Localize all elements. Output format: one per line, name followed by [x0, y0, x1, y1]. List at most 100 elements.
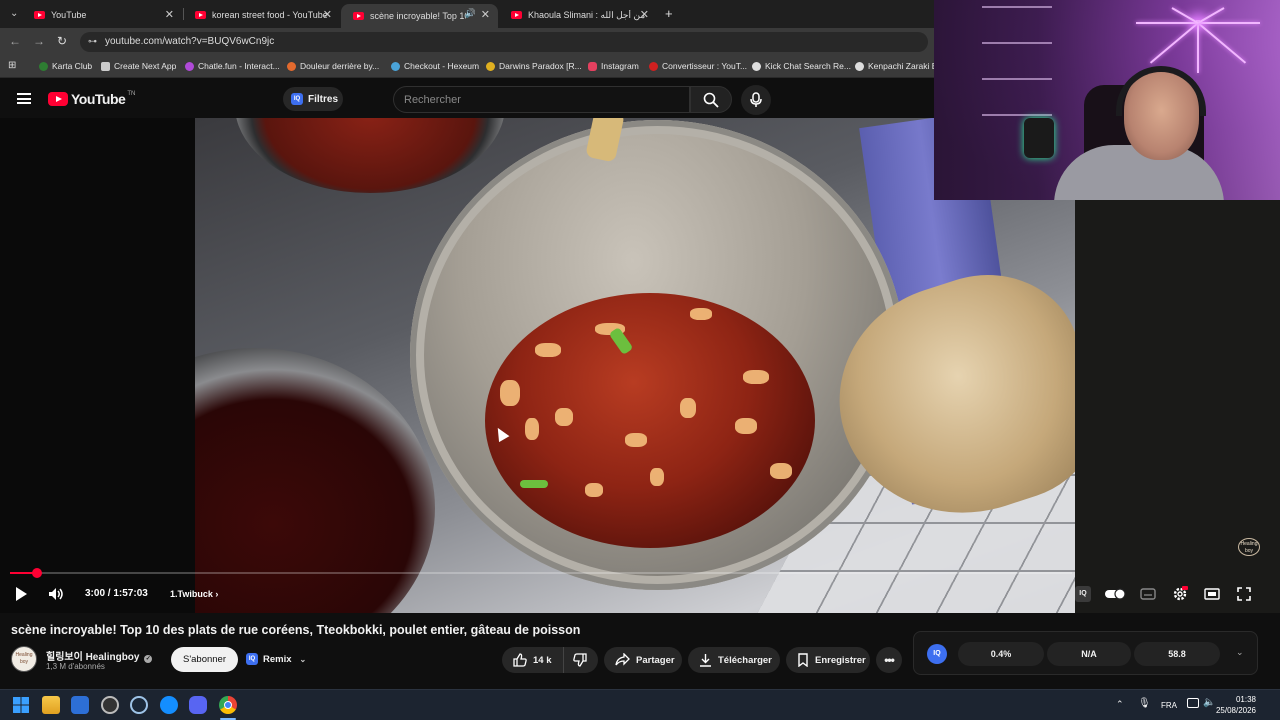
youtube-header: YouTube TN IQ Filtres — [0, 79, 934, 119]
play-button[interactable] — [16, 587, 27, 601]
voice-search-button[interactable] — [741, 85, 771, 115]
instagram-icon — [588, 61, 597, 71]
bookmark-douleur[interactable]: Douleur derrière by... — [287, 61, 379, 71]
webcam-shelf — [982, 6, 1052, 116]
bookmark-kick-chat[interactable]: Kick Chat Search Re... — [752, 61, 851, 71]
reload-icon[interactable]: ↻ — [57, 34, 67, 48]
youtube-logo-region: TN — [127, 91, 136, 97]
bookmark-karta-club[interactable]: Karta Club — [39, 61, 92, 71]
close-tab-icon[interactable]: ✕ — [481, 8, 490, 21]
bookmark-label: Kick Chat Search Re... — [765, 61, 851, 71]
bookmark-label: Create Next App — [114, 61, 177, 71]
youtube-favicon-icon — [511, 11, 522, 19]
fullscreen-icon[interactable] — [1236, 586, 1252, 602]
bookmark-label: Chatle.fun - Interact... — [198, 61, 280, 71]
close-tab-icon[interactable]: ✕ — [323, 8, 332, 21]
channel-watermark[interactable]: Healing boy — [1238, 538, 1260, 556]
iq-stat-score: 58.8 — [1134, 642, 1220, 666]
tab-korean-street-food[interactable]: korean street food - YouTube ✕ — [183, 4, 340, 26]
youtube-logo-text: YouTube — [71, 91, 126, 107]
bookmark-kenpachi[interactable]: Kenpachi Zaraki Bl — [855, 61, 939, 71]
iq-player-icon[interactable]: IQ — [1075, 586, 1091, 602]
volume-tray-icon[interactable]: 🔈 — [1203, 697, 1215, 708]
chevron-down-icon[interactable]: ⌄ — [1236, 647, 1244, 658]
tab-khaoula-slimani[interactable]: Khaoula Slimani : يه من أجل الله ✕ — [499, 4, 657, 26]
back-arrow-icon[interactable]: ← — [9, 34, 21, 48]
youtube-favicon-icon — [195, 11, 206, 19]
thumbs-down-icon[interactable] — [573, 653, 587, 667]
bookmark-hexeum[interactable]: Checkout - Hexeum — [391, 61, 479, 71]
channel-name[interactable]: 힐링보이 Healingboy ✓ — [46, 648, 153, 663]
tab-title: YouTube — [51, 10, 87, 20]
download-button[interactable]: Télécharger — [688, 647, 780, 673]
file-explorer-icon[interactable] — [42, 696, 60, 714]
search-box — [393, 86, 690, 113]
video-food-piece — [770, 463, 792, 479]
new-tab-button[interactable]: + — [665, 6, 673, 21]
bookmarks-bar: ⊞ Karta Club Create Next App Chatle.fun … — [0, 56, 939, 78]
close-tab-icon[interactable]: ✕ — [640, 8, 649, 21]
subscribe-button[interactable]: S'abonner — [171, 647, 238, 672]
settings-gear-icon[interactable] — [1172, 586, 1188, 602]
apps-grid-icon[interactable]: ⊞ — [8, 60, 16, 71]
bookmark-instagram[interactable]: Instagram — [588, 61, 639, 71]
progress-scrubber[interactable] — [32, 568, 42, 578]
share-button[interactable]: Partager — [604, 647, 682, 673]
steam-icon[interactable] — [130, 696, 148, 714]
audio-playing-icon[interactable]: 🔊 — [465, 8, 476, 19]
language-indicator[interactable]: FRA — [1161, 701, 1177, 710]
autoplay-toggle-icon[interactable] — [1104, 586, 1126, 602]
bookmark-favicon-icon — [486, 61, 495, 71]
bookmark-convertisseur[interactable]: Convertisseur : YouT... — [649, 61, 747, 71]
microphone-icon — [750, 92, 762, 107]
microphone-tray-icon[interactable]: 🎙 — [1138, 698, 1151, 709]
iq-player-label: IQ — [1079, 590, 1087, 597]
save-button[interactable]: Enregistrer — [786, 647, 870, 673]
progress-bar[interactable] — [10, 572, 1072, 574]
bookmark-favicon-icon — [39, 61, 48, 71]
tab-youtube[interactable]: YouTube ✕ — [22, 4, 182, 26]
filters-button[interactable]: IQ Filtres — [283, 87, 343, 111]
app-icon[interactable] — [101, 696, 119, 714]
tab-active-video[interactable]: scène incroyable! Top 10 de 🔊 ✕ — [341, 4, 498, 28]
more-actions-button[interactable]: ••• — [876, 647, 902, 673]
close-tab-icon[interactable]: ✕ — [165, 8, 174, 21]
address-bar[interactable]: ⊶ youtube.com/watch?v=BUQV6wCn9jc — [80, 32, 928, 52]
network-icon[interactable] — [1187, 698, 1199, 708]
clock[interactable]: 01:38 25/08/2026 — [1216, 694, 1256, 716]
tab-search-icon[interactable]: ⌄ — [10, 8, 18, 19]
iq-logo-icon[interactable]: IQ — [927, 644, 947, 664]
chrome-icon[interactable] — [219, 696, 237, 714]
like-button[interactable]: 14 k — [502, 647, 564, 673]
volume-icon[interactable] — [48, 586, 64, 602]
site-info-icon[interactable]: ⊶ — [88, 36, 97, 47]
miniplayer-icon[interactable] — [1204, 586, 1220, 602]
bookmark-create-next-app[interactable]: Create Next App — [101, 61, 176, 71]
iq-stat-percent: 0.4% — [958, 642, 1044, 666]
youtube-logo[interactable]: YouTube TN — [48, 91, 135, 107]
forward-arrow-icon[interactable]: → — [33, 34, 45, 48]
save-label: Enregistrer — [815, 654, 866, 666]
remix-button[interactable]: IQ Remix ⌄ — [246, 648, 306, 670]
subtitles-icon[interactable] — [1140, 586, 1156, 602]
discord-icon[interactable] — [189, 696, 207, 714]
tab-title: scène incroyable! Top 10 de — [370, 11, 466, 21]
video-title: scène incroyable! Top 10 des plats de ru… — [11, 623, 581, 637]
browser-tab-strip: ⌄ YouTube ✕ korean street food - YouTube… — [0, 0, 934, 28]
search-input[interactable] — [404, 92, 674, 108]
bookmark-chatle[interactable]: Chatle.fun - Interact... — [185, 61, 280, 71]
video-food-piece — [743, 370, 769, 384]
search-button[interactable] — [690, 86, 732, 113]
microsoft-store-icon[interactable] — [71, 696, 89, 714]
iq-badge-icon: IQ — [291, 93, 303, 105]
chapter-button[interactable]: 1.Twibuck › — [170, 589, 218, 599]
more-dots-icon: ••• — [884, 653, 895, 667]
menu-icon[interactable] — [17, 93, 31, 104]
windows-start-icon[interactable] — [12, 696, 30, 714]
channel-avatar[interactable]: Healing boy — [11, 646, 37, 672]
video-food-piece — [555, 408, 573, 426]
bookmark-darwins-paradox[interactable]: Darwins Paradox [R... — [486, 61, 582, 71]
battle-net-icon[interactable] — [160, 696, 178, 714]
tray-chevron-up-icon[interactable]: ⌃ — [1116, 699, 1124, 710]
video-player[interactable] — [0, 118, 1075, 613]
